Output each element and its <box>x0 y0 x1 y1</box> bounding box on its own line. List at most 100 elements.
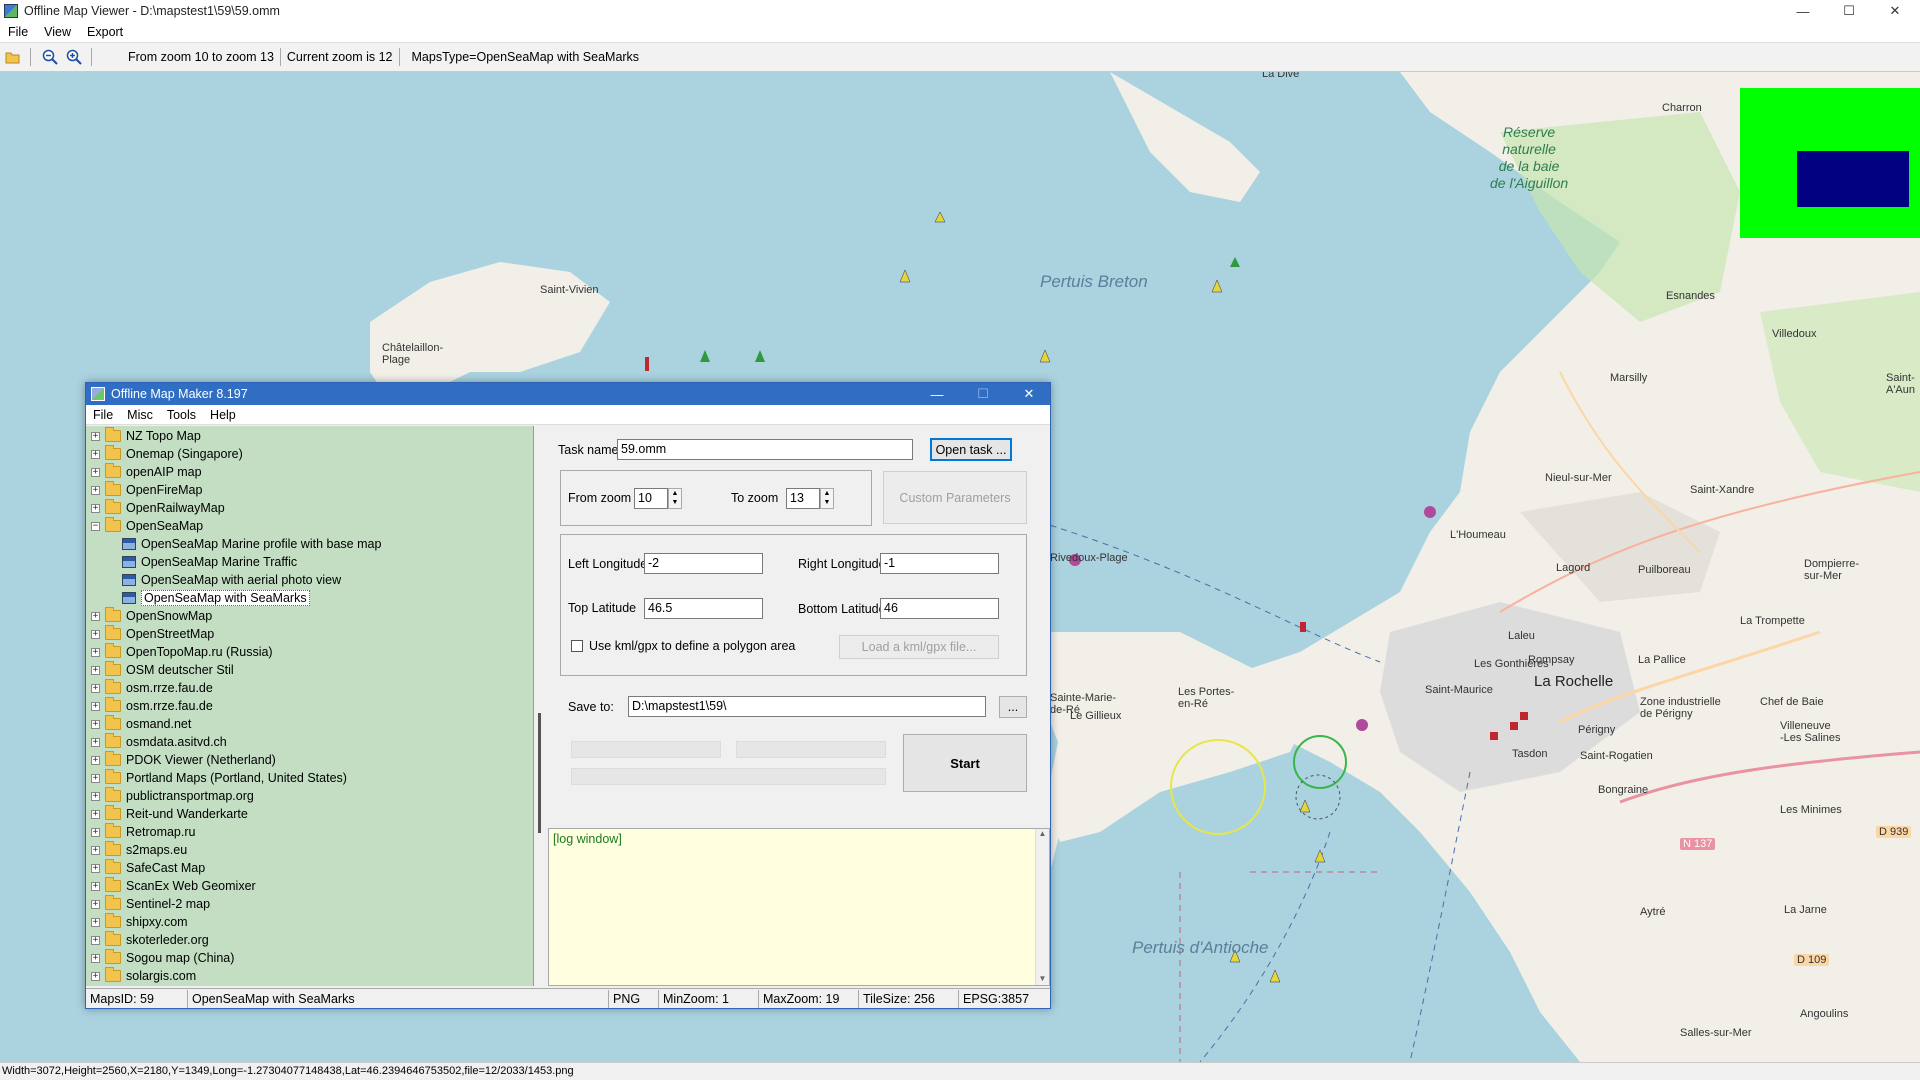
browse-button[interactable]: ... <box>999 696 1027 718</box>
expand-icon[interactable]: + <box>91 755 100 765</box>
tree-leaf-item[interactable]: OpenSeaMap Marine Traffic <box>86 553 533 571</box>
expand-icon[interactable]: + <box>91 503 100 513</box>
main-toolbar: From zoom 10 to zoom 13 Current zoom is … <box>0 42 1920 72</box>
dialog-minimize-button[interactable]: — <box>914 383 960 405</box>
tree-folder-item[interactable]: + osmdata.asitvd.ch <box>86 733 533 751</box>
expand-icon[interactable]: + <box>91 485 100 495</box>
right-longitude-input[interactable]: -1 <box>880 553 999 574</box>
dialog-menu-file[interactable]: File <box>86 408 120 422</box>
minimize-button[interactable]: — <box>1780 0 1826 22</box>
overview-viewport[interactable] <box>1797 151 1909 207</box>
expand-icon[interactable]: + <box>91 629 100 639</box>
tree-folder-item[interactable]: − OpenSeaMap <box>86 517 533 535</box>
tree-folder-item[interactable]: + shipxy.com <box>86 913 533 931</box>
tree-folder-item[interactable]: + solargis.com <box>86 967 533 985</box>
zoom-in-button[interactable] <box>63 46 85 68</box>
menu-file[interactable]: File <box>0 25 36 39</box>
expand-icon[interactable]: + <box>91 935 100 945</box>
folder-icon <box>105 679 121 694</box>
tree-leaf-item[interactable]: OpenSeaMap Marine profile with base map <box>86 535 533 553</box>
expand-icon[interactable]: + <box>91 431 100 441</box>
tree-folder-item[interactable]: + NZ Topo Map <box>86 427 533 445</box>
top-latitude-input[interactable]: 46.5 <box>644 598 763 619</box>
task-name-input[interactable]: 59.omm <box>617 439 913 460</box>
open-folder-button[interactable] <box>2 46 24 68</box>
tree-folder-item[interactable]: + Sentinel-2 map <box>86 895 533 913</box>
expand-icon[interactable]: + <box>91 611 100 621</box>
tree-leaf-item[interactable]: OpenSeaMap with SeaMarks <box>86 589 533 607</box>
expand-icon[interactable]: + <box>91 719 100 729</box>
tree-folder-item[interactable]: + OpenRailwayMap <box>86 499 533 517</box>
expand-icon[interactable]: + <box>91 683 100 693</box>
from-zoom-input[interactable]: 10 <box>634 488 668 509</box>
expand-icon[interactable]: + <box>91 881 100 891</box>
load-kml-button[interactable]: Load a kml/gpx file... <box>839 635 999 659</box>
log-scrollbar[interactable]: ▲ ▼ <box>1035 829 1049 985</box>
dialog-menu-tools[interactable]: Tools <box>160 408 203 422</box>
map-label: Zone industrielle de Périgny <box>1640 696 1721 720</box>
menu-export[interactable]: Export <box>79 25 131 39</box>
tree-folder-item[interactable]: + OpenSnowMap <box>86 607 533 625</box>
tree-scrollbar[interactable] <box>534 426 544 986</box>
from-zoom-spinner[interactable]: ▲ ▼ <box>668 488 682 509</box>
log-window[interactable]: [log window] ▲ ▼ <box>548 828 1050 986</box>
tree-folder-item[interactable]: + OpenFireMap <box>86 481 533 499</box>
tree-folder-item[interactable]: + OpenStreetMap <box>86 625 533 643</box>
expand-icon[interactable]: + <box>91 791 100 801</box>
tree-folder-item[interactable]: + Portland Maps (Portland, United States) <box>86 769 533 787</box>
tree-folder-item[interactable]: + PDOK Viewer (Netherland) <box>86 751 533 769</box>
dialog-close-button[interactable]: ✕ <box>1006 383 1052 405</box>
maximize-button[interactable]: ☐ <box>1826 0 1872 22</box>
tree-folder-item[interactable]: + Onemap (Singapore) <box>86 445 533 463</box>
expand-icon[interactable]: + <box>91 647 100 657</box>
tree-folder-item[interactable]: + OSM deutscher Stil <box>86 661 533 679</box>
expand-icon[interactable]: + <box>91 467 100 477</box>
bottom-latitude-input[interactable]: 46 <box>880 598 999 619</box>
tree-folder-item[interactable]: + openAIP map <box>86 463 533 481</box>
expand-icon[interactable]: + <box>91 953 100 963</box>
menu-view[interactable]: View <box>36 25 79 39</box>
tree-folder-item[interactable]: + osm.rrze.fau.de <box>86 697 533 715</box>
tree-folder-item[interactable]: + publictransportmap.org <box>86 787 533 805</box>
tree-folder-item[interactable]: + osmand.net <box>86 715 533 733</box>
left-longitude-input[interactable]: -2 <box>644 553 763 574</box>
kml-checkbox[interactable] <box>571 640 583 652</box>
expand-icon[interactable]: + <box>91 863 100 873</box>
expand-icon[interactable]: + <box>91 809 100 819</box>
tree-folder-item[interactable]: + osm.rrze.fau.de <box>86 679 533 697</box>
expand-icon[interactable]: + <box>91 845 100 855</box>
tree-folder-item[interactable]: + Retromap.ru <box>86 823 533 841</box>
expand-icon[interactable]: + <box>91 701 100 711</box>
expand-icon[interactable]: + <box>91 899 100 909</box>
dialog-maximize-button[interactable]: ☐ <box>960 383 1006 405</box>
start-button[interactable]: Start <box>903 734 1027 792</box>
collapse-icon[interactable]: − <box>91 521 100 531</box>
tree-folder-item[interactable]: + SafeCast Map <box>86 859 533 877</box>
tree-folder-item[interactable]: + Sogou map (China) <box>86 949 533 967</box>
tree-folder-item[interactable]: + skoterleder.org <box>86 931 533 949</box>
save-to-input[interactable]: D:\mapstest1\59\ <box>628 696 986 717</box>
overview-minimap[interactable] <box>1740 88 1920 238</box>
to-zoom-input[interactable]: 13 <box>786 488 820 509</box>
tree-leaf-item[interactable]: OpenSeaMap with aerial photo view <box>86 571 533 589</box>
expand-icon[interactable]: + <box>91 449 100 459</box>
tree-folder-item[interactable]: + Reit-und Wanderkarte <box>86 805 533 823</box>
expand-icon[interactable]: + <box>91 827 100 837</box>
dialog-menu-help[interactable]: Help <box>203 408 243 422</box>
dialog-menu-misc[interactable]: Misc <box>120 408 160 422</box>
expand-icon[interactable]: + <box>91 737 100 747</box>
to-zoom-spinner[interactable]: ▲ ▼ <box>820 488 834 509</box>
custom-parameters-button[interactable]: Custom Parameters <box>883 471 1027 524</box>
expand-icon[interactable]: + <box>91 773 100 783</box>
expand-icon[interactable]: + <box>91 665 100 675</box>
zoom-out-button[interactable] <box>39 46 61 68</box>
open-task-button[interactable]: Open task ... <box>930 438 1012 461</box>
close-button[interactable]: ✕ <box>1872 0 1918 22</box>
expand-icon[interactable]: + <box>91 917 100 927</box>
tree-folder-item[interactable]: + OpenTopoMap.ru (Russia) <box>86 643 533 661</box>
tree-folder-item[interactable]: + ScanEx Web Geomixer <box>86 877 533 895</box>
tree-scroll-thumb[interactable] <box>538 713 541 833</box>
map-source-tree[interactable]: + NZ Topo Map + Onemap (Singapore) + openAIP … <box>86 426 534 986</box>
expand-icon[interactable]: + <box>91 971 100 981</box>
tree-folder-item[interactable]: + s2maps.eu <box>86 841 533 859</box>
